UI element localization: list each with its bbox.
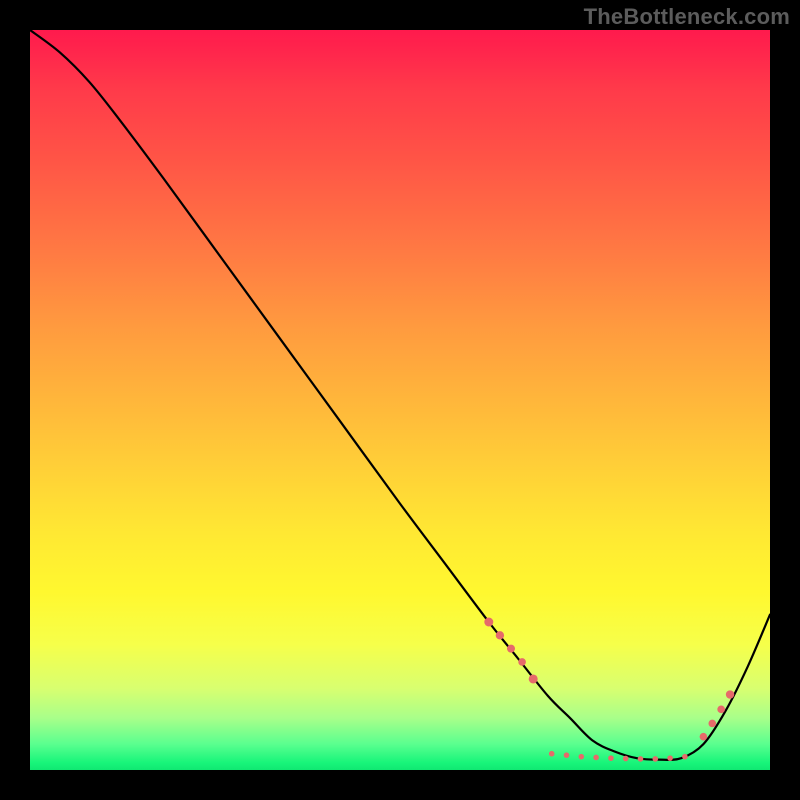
marker-dot bbox=[700, 733, 708, 741]
watermark-text: TheBottleneck.com bbox=[584, 4, 790, 30]
marker-dot bbox=[608, 755, 614, 761]
marker-dot bbox=[717, 706, 725, 714]
marker-dot bbox=[518, 658, 526, 666]
marker-dot bbox=[496, 631, 504, 639]
highlight-markers bbox=[484, 618, 734, 762]
marker-dot bbox=[579, 754, 585, 760]
bottleneck-curve bbox=[30, 30, 770, 760]
marker-dot bbox=[484, 618, 493, 627]
marker-dot bbox=[667, 755, 673, 761]
marker-dot bbox=[708, 720, 716, 728]
marker-dot bbox=[726, 690, 734, 698]
curve-layer bbox=[30, 30, 770, 770]
marker-dot bbox=[564, 752, 570, 758]
marker-dot bbox=[638, 756, 644, 762]
marker-dot bbox=[529, 674, 538, 683]
marker-dot bbox=[623, 756, 629, 762]
marker-dot bbox=[549, 751, 555, 757]
marker-dot bbox=[682, 754, 688, 760]
chart-frame: TheBottleneck.com bbox=[0, 0, 800, 800]
plot-area bbox=[30, 30, 770, 770]
marker-dot bbox=[653, 756, 659, 762]
marker-dot bbox=[507, 645, 515, 653]
marker-dot bbox=[593, 755, 599, 761]
